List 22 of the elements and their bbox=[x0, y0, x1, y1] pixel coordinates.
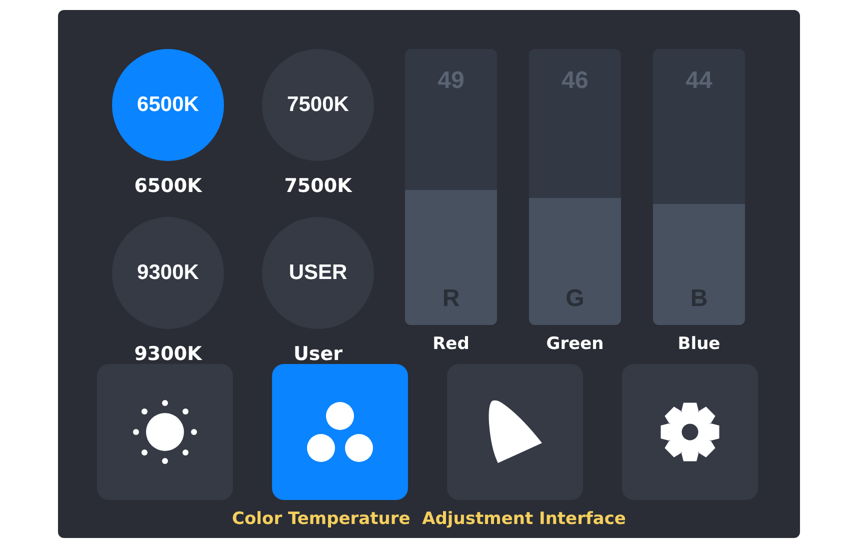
slider-fill[interactable] bbox=[653, 204, 745, 325]
sun-icon bbox=[132, 399, 198, 465]
toolbar-button[interactable] bbox=[97, 364, 233, 500]
toolbar-button[interactable] bbox=[622, 364, 758, 500]
preset-button[interactable]: USER bbox=[262, 217, 374, 329]
caption: Color Temperature Adjustment Interface bbox=[231, 508, 627, 530]
slider-fill[interactable] bbox=[529, 198, 621, 325]
toolbar-button[interactable] bbox=[447, 364, 583, 500]
gear-icon bbox=[659, 401, 721, 463]
preset-label: 6500K bbox=[134, 175, 202, 197]
slider-fill[interactable] bbox=[405, 190, 497, 325]
three-circles-icon bbox=[306, 401, 374, 463]
preset-label: 7500K bbox=[284, 175, 352, 197]
triangle-icon bbox=[486, 399, 544, 465]
preset-button[interactable]: 9300K bbox=[112, 217, 224, 329]
channel-label: Blue bbox=[678, 334, 720, 354]
preset-label: 9300K bbox=[134, 343, 202, 365]
preset-button[interactable]: 7500K bbox=[262, 49, 374, 161]
preset-label: User bbox=[294, 343, 342, 365]
channel-label: Red bbox=[432, 334, 470, 354]
channel-label: Green bbox=[546, 334, 604, 354]
preset-button[interactable]: 6500K bbox=[112, 49, 224, 161]
